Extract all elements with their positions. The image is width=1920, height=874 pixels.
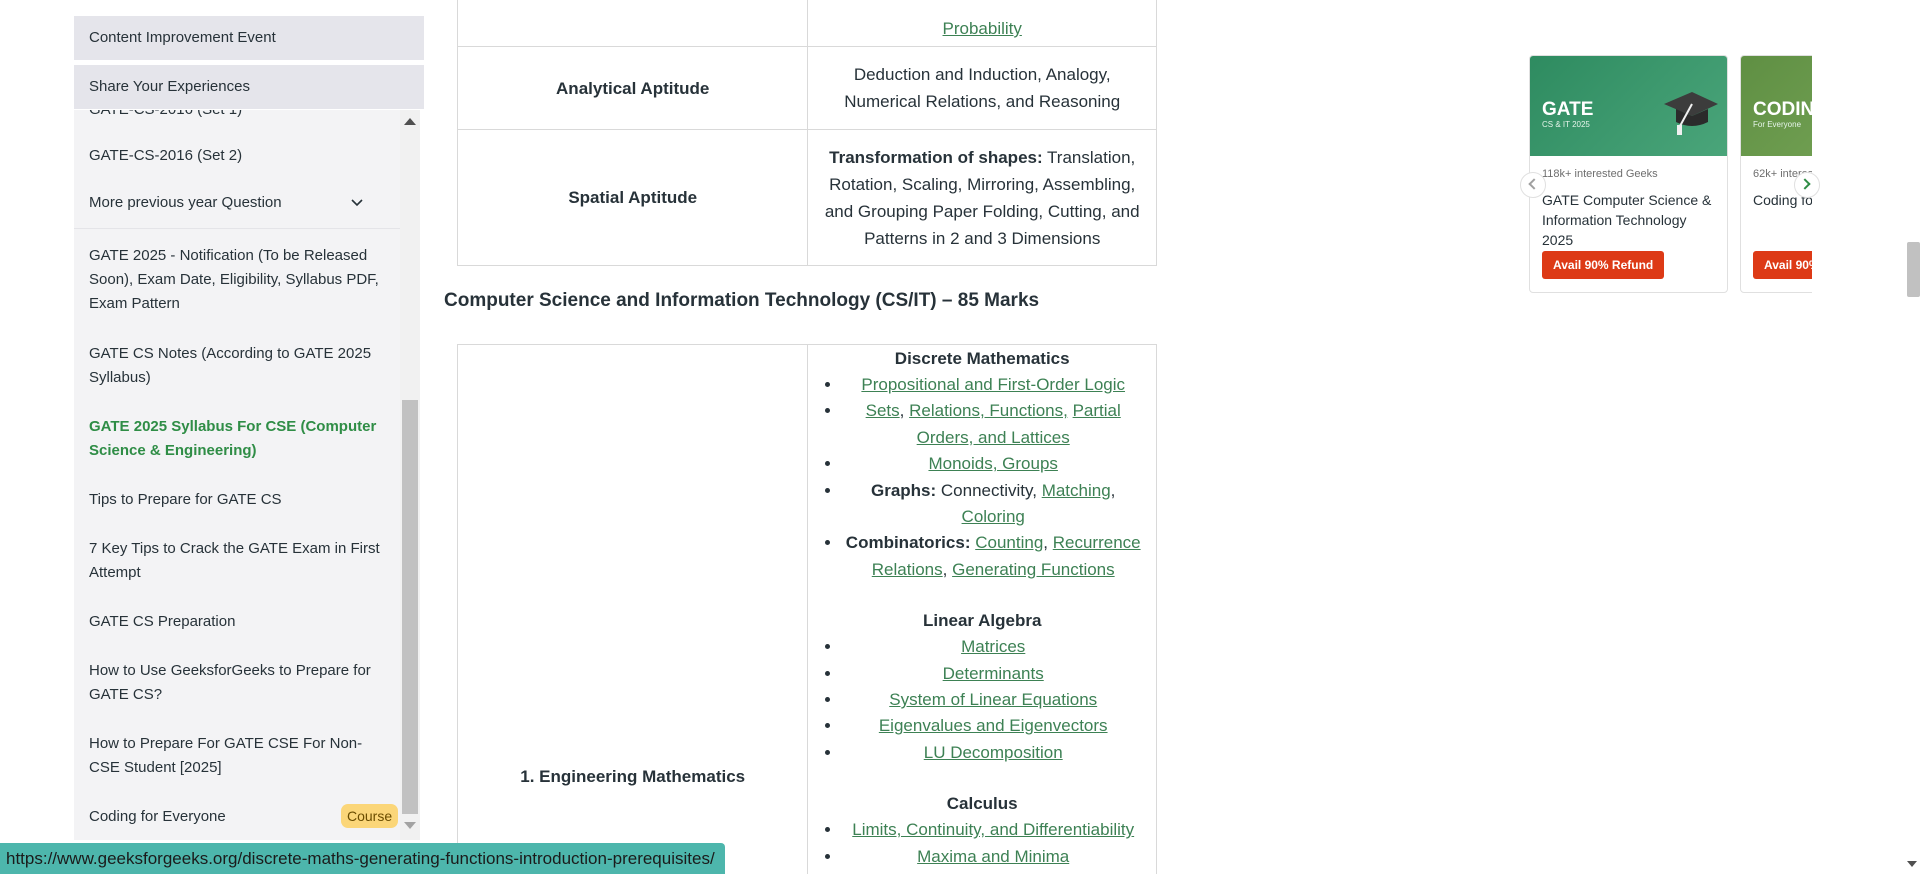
sidebar-item-label: Coding for Everyone [89,808,226,825]
syllabus-table-aptitude: Probability Analytical Aptitude Deductio… [456,0,1157,266]
topic-link[interactable]: System of Linear Equations [889,690,1097,709]
topic-link[interactable]: Propositional and First-Order Logic [861,375,1125,394]
sidebar-item-gate-cs-2016-set1[interactable]: GATE-CS-2016 (Set 1) [89,110,389,122]
table-cell: Discrete Mathematics Propositional and F… [807,343,1157,874]
list-item: Limits, Continuity, and Differentiabilit… [842,817,1144,843]
content-improvement-event-button[interactable]: Content Improvement Event [74,16,424,60]
course-carousel: GATE CS & IT 2025 118k+ interested Geeks… [1529,55,1812,295]
course-banner: GATE CS & IT 2025 [1530,56,1727,156]
table-cell: Deduction and Induction, Analogy, Numeri… [807,46,1157,130]
table-cell-engineering-mathematics: 1. Engineering Mathematics [456,343,809,874]
list-item: Sets, Relations, Functions, Partial Orde… [842,398,1144,451]
course-badge: Course [341,804,399,828]
calculus-list: Limits, Continuity, and Differentiabilit… [820,817,1144,870]
banner-subtitle: For Everyone [1753,120,1802,129]
topic-link[interactable]: Eigenvalues and Eigenvectors [879,716,1108,735]
page-scrollbar[interactable] [1903,0,1920,874]
sidebar-item-gate-cs-preparation[interactable]: GATE CS Preparation [89,610,389,634]
graduation-cap-icon [1664,92,1718,135]
list-item: System of Linear Equations [842,687,1144,713]
table-cell: Transformation of shapes: Translation, R… [807,129,1157,266]
list-item: LU Decomposition [842,740,1144,766]
banner-subtitle: CS & IT 2025 [1542,120,1590,129]
scroll-down-icon[interactable] [1907,861,1917,867]
scroll-down-icon[interactable] [404,822,416,829]
topic-link[interactable]: Matrices [961,637,1025,656]
carousel-next-button[interactable] [1794,172,1820,198]
banner-title: GATE [1542,99,1594,120]
section-title: Computer Science and Information Technol… [444,290,1040,311]
bold-label: Transformation of shapes: [829,147,1043,167]
topic-link[interactable]: Maxima and Minima [917,847,1069,866]
calculus-heading: Calculus [946,794,1018,814]
chevron-left-icon [1528,178,1540,190]
topic-link[interactable]: Sets [866,401,900,420]
topic-link[interactable]: Monoids, Groups [928,454,1057,473]
share-experiences-button[interactable]: Share Your Experiences [74,65,424,109]
course-banner: CODIN For Everyone [1741,56,1812,156]
linear-algebra-heading: Linear Algebra [923,611,1042,631]
syllabus-table-cs-it: 1. Engineering Mathematics Discrete Math… [456,343,1157,874]
sidebar-item-gate-cs-notes[interactable]: GATE CS Notes (According to GATE 2025 Sy… [89,342,389,390]
interested-count: 118k+ interested Geeks [1542,168,1658,180]
article-content: Probability Analytical Aptitude Deductio… [444,0,1164,874]
chevron-down-icon [351,199,363,207]
list-item: Matrices [842,634,1144,660]
list-item: Maxima and Minima [842,844,1144,870]
linear-algebra-list: Matrices Determinants System of Linear E… [820,634,1144,766]
topic-link[interactable]: Relations, Functions, [909,401,1068,420]
sidebar-item-label: More previous year Question [89,194,282,211]
topic-link[interactable]: Determinants [943,664,1044,683]
sidebar-item-7-key-tips[interactable]: 7 Key Tips to Crack the GATE Exam in Fir… [89,537,389,585]
sidebar-item-gate-cs-2016-set2[interactable]: GATE-CS-2016 (Set 2) [89,144,389,168]
table-cell: Probability [807,0,1157,47]
topic-link[interactable]: Limits, Continuity, and Differentiabilit… [852,820,1134,839]
sidebar: Content Improvement Event Share Your Exp… [74,0,424,874]
sidebar-item-gate-2025-syllabus[interactable]: GATE 2025 Syllabus For CSE (Computer Sci… [89,415,389,463]
sidebar-item-coding-for-everyone[interactable]: Coding for Everyone Course [89,804,399,829]
avail-refund-button[interactable]: Avail 90% Refund [1542,251,1665,279]
topic-link[interactable]: Counting [975,533,1043,552]
bold-label: Combinatorics: [845,533,971,553]
discrete-math-heading: Discrete Mathematics [894,349,1070,368]
topic-link[interactable]: Generating Functions [952,560,1115,579]
sidebar-item-use-gfg[interactable]: How to Use GeeksforGeeks to Prepare for … [89,659,389,707]
scroll-up-icon[interactable] [404,118,416,125]
sidebar-item-gate-2025-notification[interactable]: GATE 2025 - Notification (To be Released… [89,244,389,316]
sidebar-item-non-cse-student[interactable]: How to Prepare For GATE CSE For Non-CSE … [89,732,389,780]
course-card-gate[interactable]: GATE CS & IT 2025 118k+ interested Geeks… [1529,55,1728,293]
banner-title: CODIN [1753,99,1812,120]
table-cell [456,0,809,47]
sidebar-scrollbar[interactable] [400,110,420,840]
scrollbar-thumb[interactable] [1907,242,1920,297]
chevron-right-icon [1799,178,1811,190]
discrete-math-list: Propositional and First-Order Logic Sets… [820,372,1144,583]
scrollbar-thumb[interactable] [402,400,418,814]
bold-label: Graphs: [870,480,937,500]
carousel-prev-button[interactable] [1520,172,1546,198]
topic-link[interactable]: Matching [1042,481,1111,500]
avail-refund-button[interactable]: Avail 90% Refund [1753,251,1812,279]
link-status-bar: https://www.geeksforgeeks.org/discrete-m… [0,843,725,874]
list-item: Determinants [842,661,1144,687]
sidebar-item-more-previous-year[interactable]: More previous year Question [89,191,385,215]
list-item: Graphs: Connectivity, Matching, Coloring [842,478,1144,531]
course-title: GATE Computer Science & Information Tech… [1542,192,1712,248]
list-item: Propositional and First-Order Logic [842,372,1144,398]
list-item: Eigenvalues and Eigenvectors [842,713,1144,739]
topic-link[interactable]: Coloring [962,507,1025,526]
probability-link[interactable]: Probability [943,19,1022,38]
sidebar-list: GATE-CS-2016 (Set 1) GATE-CS-2016 (Set 2… [74,110,400,840]
sidebar-item-tips-gate-cs[interactable]: Tips to Prepare for GATE CS [89,488,389,512]
list-item: Combinatorics: Counting, Recurrence Rela… [842,530,1144,583]
table-cell-spatial-aptitude: Spatial Aptitude [456,129,809,266]
list-text: Connectivity, [936,480,1042,500]
table-cell-analytical-aptitude: Analytical Aptitude [456,46,809,130]
topic-link[interactable]: LU Decomposition [924,743,1063,762]
sidebar-divider [74,228,400,229]
list-item: Monoids, Groups [842,451,1144,477]
